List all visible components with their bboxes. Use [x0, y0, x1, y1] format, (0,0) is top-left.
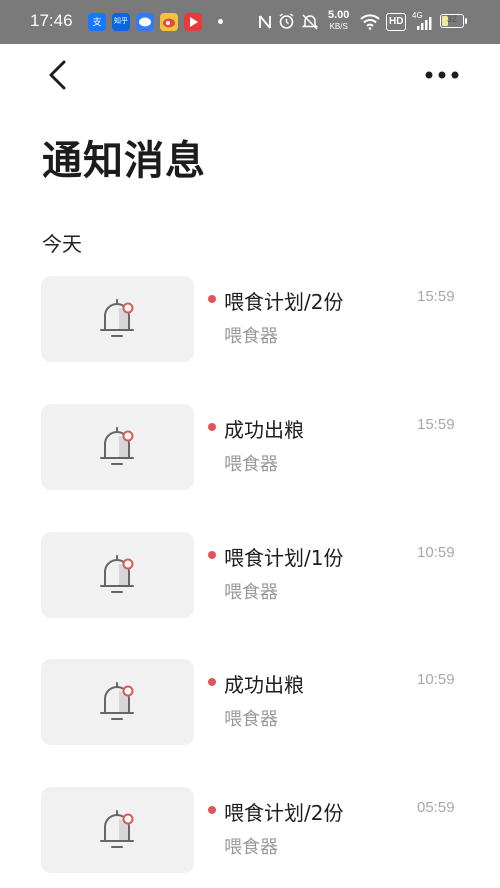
unread-indicator — [208, 806, 216, 814]
battery-level: 32 — [446, 14, 457, 24]
notification-source: 喂食器 — [224, 582, 278, 603]
notification-title: 成功出粮 — [224, 418, 304, 442]
notification-title: 喂食计划/1份 — [224, 546, 344, 570]
bell-icon — [100, 427, 134, 465]
notification-title: 成功出粮 — [224, 673, 304, 697]
notification-item[interactable]: 喂食计划/1份 喂食器 10:59 — [0, 532, 500, 620]
network-speed: 5.00 KB/S — [328, 10, 349, 32]
bell-icon — [100, 555, 134, 593]
notification-time: 15:59 — [417, 416, 455, 433]
notification-item[interactable]: 成功出粮 喂食器 10:59 — [0, 659, 500, 747]
zhihu-icon: 知乎 — [112, 13, 130, 31]
wifi-icon — [360, 14, 380, 30]
notification-dot-icon — [218, 19, 223, 24]
notification-thumbnail — [41, 404, 194, 490]
unread-indicator — [208, 551, 216, 559]
battery-tip — [465, 18, 467, 24]
alarm-icon — [279, 13, 294, 29]
speed-value: 5.00 — [328, 9, 350, 21]
notification-item[interactable]: 喂食计划/2份 喂食器 05:59 — [0, 787, 500, 875]
alipay-icon: 支 — [88, 13, 106, 31]
bell-icon — [100, 682, 134, 720]
status-time: 17:46 — [30, 11, 73, 30]
notification-time: 10:59 — [417, 544, 455, 561]
weibo-icon — [160, 13, 178, 31]
battery-icon: 32 — [440, 14, 464, 28]
notification-item[interactable]: 成功出粮 喂食器 15:59 — [0, 404, 500, 492]
section-header-today: 今天 — [42, 232, 82, 256]
notification-thumbnail — [41, 787, 194, 873]
chat-bubble-icon — [136, 13, 154, 31]
video-play-icon — [184, 13, 202, 31]
notification-title: 喂食计划/2份 — [224, 290, 344, 314]
more-dots-icon — [425, 71, 459, 79]
speed-unit: KB/S — [329, 22, 348, 31]
unread-indicator — [208, 678, 216, 686]
unread-indicator — [208, 295, 216, 303]
back-button[interactable] — [40, 56, 76, 96]
notification-source: 喂食器 — [224, 837, 278, 858]
mute-icon — [301, 14, 319, 30]
signal-icon — [417, 17, 432, 30]
nfc-icon — [259, 15, 271, 29]
notification-title: 喂食计划/2份 — [224, 801, 344, 825]
notification-time: 10:59 — [417, 671, 455, 688]
bell-icon — [100, 299, 134, 337]
notification-item[interactable]: 喂食计划/2份 喂食器 15:59 — [0, 276, 500, 364]
notification-thumbnail — [41, 276, 194, 362]
page-title: 通知消息 — [42, 138, 206, 184]
hd-badge: HD — [386, 13, 407, 31]
notification-source: 喂食器 — [224, 709, 278, 730]
notification-thumbnail — [41, 659, 194, 745]
unread-indicator — [208, 423, 216, 431]
notification-source: 喂食器 — [224, 326, 278, 347]
chevron-left-icon — [49, 60, 66, 90]
status-bar: 17:46 支 知乎 5.00 KB/S HD 4G 32 — [0, 0, 500, 44]
bell-icon — [100, 810, 134, 848]
more-options-button[interactable] — [420, 62, 464, 88]
notification-time: 05:59 — [417, 799, 455, 816]
notification-thumbnail — [41, 532, 194, 618]
notification-source: 喂食器 — [224, 454, 278, 475]
notification-time: 15:59 — [417, 288, 455, 305]
